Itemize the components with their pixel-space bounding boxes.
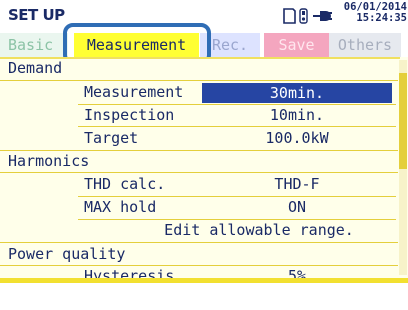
max-hold-label: MAX hold	[84, 198, 157, 216]
screen-title: SET UP	[8, 6, 65, 24]
thd-calc-label: THD calc.	[84, 175, 166, 193]
divider	[0, 80, 398, 81]
sd-card-icon	[283, 8, 296, 24]
section-title-demand: Demand	[8, 59, 63, 77]
divider	[0, 242, 398, 243]
tab-save[interactable]: Save	[264, 33, 329, 57]
demand-inspection-label: Inspection	[84, 106, 175, 124]
hysteresis-label: Hysteresis	[84, 267, 175, 278]
demand-inspection-value[interactable]: 10min.	[202, 106, 392, 124]
scrollbar-thumb[interactable]	[399, 73, 407, 169]
usb-icon	[299, 8, 308, 24]
footer-bar	[0, 278, 408, 283]
demand-measurement-value[interactable]: 30min.	[202, 83, 392, 103]
tab-basic[interactable]: Basic	[0, 33, 68, 57]
clipped-row-container: Hysteresis 5%	[0, 266, 398, 278]
demand-measurement-label: Measurement	[84, 83, 184, 101]
divider	[0, 150, 398, 151]
hysteresis-value[interactable]: 5%	[202, 267, 392, 278]
demand-target-value[interactable]: 100.0kW	[202, 129, 392, 147]
time-text: 15:24:35	[356, 12, 407, 24]
date-time-display: 06/01/2014 15:24:35	[335, 2, 407, 24]
divider	[78, 196, 396, 197]
demand-target-label: Target	[84, 129, 139, 147]
divider	[0, 172, 398, 173]
tab-others[interactable]: Others	[329, 33, 401, 57]
divider	[78, 126, 396, 127]
edit-allowable-range-button[interactable]: Edit allowable range.	[126, 221, 392, 239]
divider	[78, 219, 396, 220]
max-hold-value[interactable]: ON	[202, 198, 392, 216]
section-title-harmonics: Harmonics	[8, 152, 90, 170]
divider	[78, 104, 396, 105]
ac-power-plug-icon	[313, 11, 332, 21]
section-title-power-quality: Power quality	[8, 245, 126, 263]
thd-calc-value[interactable]: THD-F	[202, 175, 392, 193]
